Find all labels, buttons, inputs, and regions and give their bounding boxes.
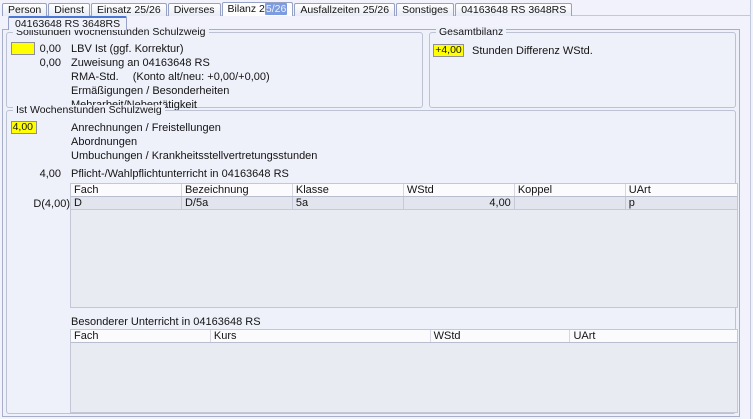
table2-header-row: Fach Kurs WStd UArt: [71, 330, 737, 343]
rma-std-row: RMA-Std. (Konto alt/neu: +0,00/+0,00): [71, 71, 270, 83]
table1-cell-koppel: [515, 197, 626, 209]
gesamtbilanz-legend: Gesamtbilanz: [436, 27, 506, 38]
table2-header-kurs: Kurs: [211, 330, 431, 342]
table1-header-row: Fach Bezeichnung Klasse WStd Koppel UArt: [71, 184, 737, 197]
tab-dienst[interactable]: Dienst: [48, 3, 90, 16]
pflichtunterricht-label: Pflicht-/Wahlpflichtunterricht in 041636…: [71, 168, 289, 180]
table1-header-wstd: WStd: [404, 184, 515, 196]
table1-cell-klasse: 5a: [293, 197, 404, 209]
tab-04163648-rs-3648rs[interactable]: 04163648 RS 3648RS: [455, 3, 572, 16]
ist-legend: Ist Wochenstunden Schulzweig: [13, 105, 165, 116]
table1-header-fach: Fach: [71, 184, 182, 196]
stunden-differenz-field[interactable]: +4,00: [433, 44, 464, 57]
tab-person[interactable]: Person: [2, 3, 47, 16]
table1-cell-fach: D: [71, 197, 182, 209]
tab-sonstiges[interactable]: Sonstiges: [396, 3, 454, 16]
table2-header-fach: Fach: [71, 330, 211, 342]
rma-std-label: RMA-Std.: [71, 71, 119, 83]
umbuchungen-label: Umbuchungen / Krankheitsstellvertretungs…: [71, 150, 317, 162]
pflichtunterricht-value: 4,00: [29, 168, 61, 180]
besonderer-unterricht-table: Fach Kurs WStd UArt: [70, 329, 738, 413]
table1-header-koppel: Koppel: [515, 184, 626, 196]
table2-header-uart: UArt: [570, 330, 737, 342]
table1-cell-uart: p: [626, 197, 737, 209]
table1-header-klasse: Klasse: [293, 184, 404, 196]
tab-bilanz-selected-text: 5/26: [265, 3, 287, 15]
table1-row[interactable]: D D/5a 5a 4,00 p: [71, 197, 737, 210]
table1-header-uart: UArt: [626, 184, 737, 196]
table2-header-wstd: WStd: [431, 330, 571, 342]
subtab-04163648-rs-3648rs[interactable]: 04163648 RS 3648RS: [8, 16, 127, 30]
anrechnungen-input[interactable]: 4,00: [11, 121, 37, 134]
tab-ausfallzeiten-25-26[interactable]: Ausfallzeiten 25/26: [294, 3, 395, 16]
lbv-ist-label: LBV Ist (ggf. Korrektur): [71, 43, 183, 55]
tab-bilanz-25-26[interactable]: Bilanz 25/26: [222, 2, 294, 16]
lbv-ist-value: 0,00: [29, 43, 61, 55]
rma-std-konto-detail: (Konto alt/neu: +0,00/+0,00): [133, 71, 270, 83]
zuweisung-label: Zuweisung an 04163648 RS: [71, 57, 210, 69]
ermaessigungen-label: Ermäßigungen / Besonderheiten: [71, 85, 229, 97]
window-right-border: [750, 0, 751, 419]
tab-diverses[interactable]: Diverses: [168, 3, 221, 16]
tab-bilanz-text: Bilanz 2: [228, 3, 265, 15]
sub-tab-bar: 04163648 RS 3648RS: [8, 16, 127, 30]
pflichtunterricht-table: Fach Bezeichnung Klasse WStd Koppel UArt…: [70, 183, 738, 308]
abordnungen-label: Abordnungen: [71, 136, 137, 148]
main-tab-bar: Person Dienst Einsatz 25/26 Diverses Bil…: [2, 2, 573, 16]
stunden-differenz-label: Stunden Differenz WStd.: [472, 45, 593, 57]
table1-cell-bezeichnung: D/5a: [182, 197, 293, 209]
besonderer-unterricht-title: Besonderer Unterricht in 04163648 RS: [71, 316, 261, 328]
zuweisung-value: 0,00: [29, 57, 61, 69]
table1-row-label: D(4,00): [27, 198, 70, 210]
anrechnungen-label: Anrechnungen / Freistellungen: [71, 122, 221, 134]
table1-cell-wstd: 4,00: [404, 197, 515, 209]
bilanz-content-panel: Sollstunden Wochenstunden Schulzweig 0,0…: [2, 29, 740, 417]
tab-einsatz-25-26[interactable]: Einsatz 25/26: [91, 3, 167, 16]
table1-header-bezeichnung: Bezeichnung: [182, 184, 293, 196]
gesamtbilanz-groupbox: Gesamtbilanz: [429, 32, 736, 108]
